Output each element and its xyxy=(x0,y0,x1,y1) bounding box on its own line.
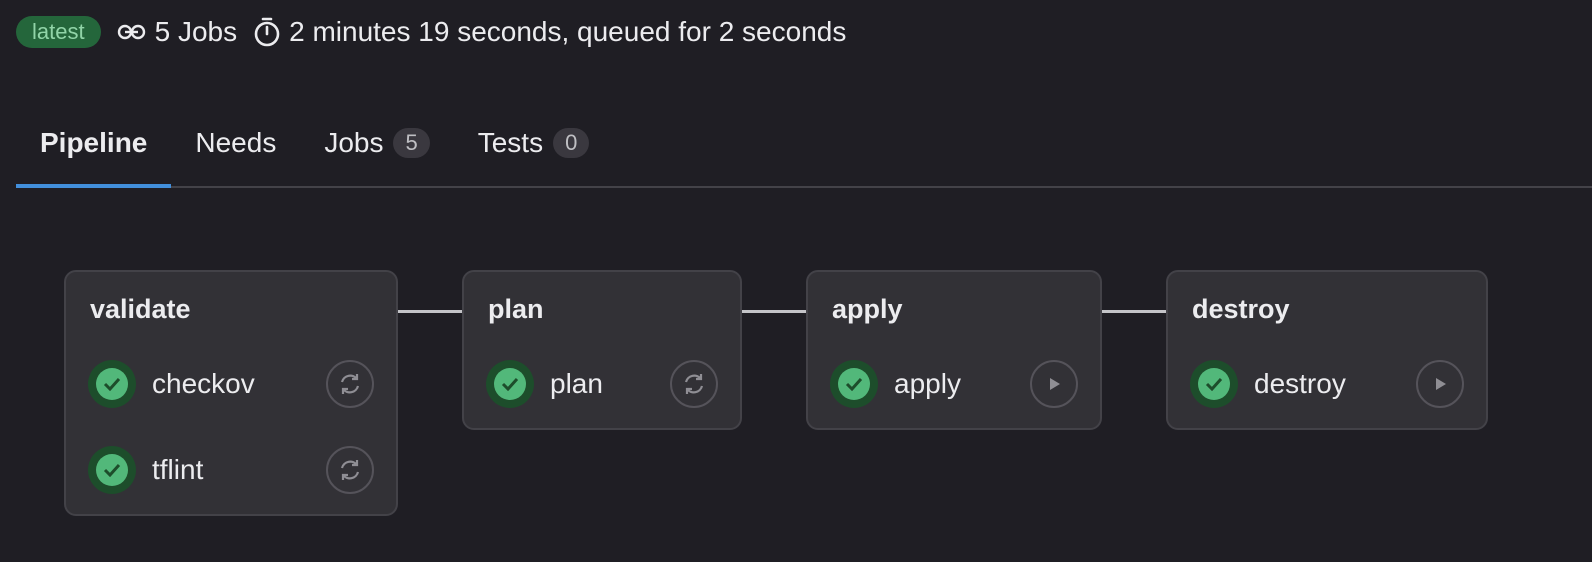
job-apply[interactable]: apply xyxy=(830,358,1078,410)
stage-connector xyxy=(398,310,462,313)
pipeline-duration: 2 minutes 19 seconds, queued for 2 secon… xyxy=(253,16,846,48)
tab-jobs[interactable]: Jobs 5 xyxy=(300,100,453,186)
job-name[interactable]: destroy xyxy=(1254,368,1416,400)
tab-pipeline[interactable]: Pipeline xyxy=(16,100,172,188)
retry-icon xyxy=(340,460,360,480)
tab-jobs-label: Jobs xyxy=(324,127,384,158)
pipeline-graph: validate checkov tflint plan plan apply … xyxy=(0,0,1592,562)
retry-button[interactable] xyxy=(326,446,374,494)
job-name[interactable]: apply xyxy=(894,368,1030,400)
timer-icon xyxy=(254,17,280,47)
job-name[interactable]: checkov xyxy=(152,368,326,400)
jobs-count-text: 5 Jobs xyxy=(154,16,238,47)
pipeline-tabs: Pipeline Needs Jobs 5 Tests 0 xyxy=(16,100,1592,188)
job-destroy[interactable]: destroy xyxy=(1190,358,1464,410)
duration-text: 2 minutes 19 seconds, queued for 2 secon… xyxy=(289,16,847,47)
stage-apply: apply apply xyxy=(806,270,1102,430)
job-name[interactable]: plan xyxy=(550,368,670,400)
retry-button[interactable] xyxy=(326,360,374,408)
run-button[interactable] xyxy=(1030,360,1078,408)
stage-title: validate xyxy=(90,294,191,324)
tab-tests[interactable]: Tests 0 xyxy=(454,100,614,186)
status-passed-icon[interactable] xyxy=(1190,360,1238,408)
stage-plan: plan plan xyxy=(462,270,742,430)
job-checkov[interactable]: checkov xyxy=(88,358,374,410)
jobs-pipeline-icon xyxy=(117,24,145,40)
status-passed-icon[interactable] xyxy=(486,360,534,408)
stage-validate: validate checkov tflint xyxy=(64,270,398,516)
stage-connector xyxy=(1102,310,1166,313)
jobs-count-badge: 5 xyxy=(393,128,430,158)
run-button[interactable] xyxy=(1416,360,1464,408)
job-tflint[interactable]: tflint xyxy=(88,444,374,496)
pipeline-meta: latest 5 Jobs 2 minutes 19 seconds, queu… xyxy=(16,14,846,50)
play-icon xyxy=(1436,378,1446,390)
latest-badge: latest xyxy=(16,16,101,48)
status-passed-icon[interactable] xyxy=(88,360,136,408)
stage-connector xyxy=(742,310,806,313)
stage-title: plan xyxy=(488,294,544,324)
retry-icon xyxy=(340,374,360,394)
tab-needs-label: Needs xyxy=(195,127,277,158)
status-passed-icon[interactable] xyxy=(830,360,878,408)
stage-title: destroy xyxy=(1192,294,1290,324)
jobs-count: 5 Jobs xyxy=(117,16,238,48)
job-name[interactable]: tflint xyxy=(152,454,326,486)
stage-destroy: destroy destroy xyxy=(1166,270,1488,430)
job-plan[interactable]: plan xyxy=(486,358,718,410)
tests-count-badge: 0 xyxy=(553,128,590,158)
stage-title: apply xyxy=(832,294,903,324)
tab-tests-label: Tests xyxy=(477,127,544,158)
status-passed-icon[interactable] xyxy=(88,446,136,494)
tab-needs[interactable]: Needs xyxy=(171,100,300,186)
retry-button[interactable] xyxy=(670,360,718,408)
retry-icon xyxy=(684,374,704,394)
tab-pipeline-label: Pipeline xyxy=(40,127,148,158)
play-icon xyxy=(1050,378,1060,390)
